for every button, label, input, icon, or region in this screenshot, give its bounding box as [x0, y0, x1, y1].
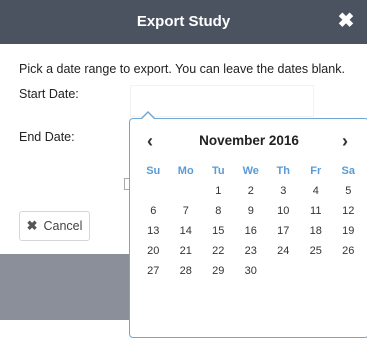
- day-cell[interactable]: 21: [170, 241, 203, 261]
- day-cell[interactable]: 13: [137, 221, 170, 241]
- chevron-right-icon[interactable]: ›: [335, 131, 355, 151]
- calendar-week: 20 21 22 23 24 25 26: [137, 241, 365, 261]
- calendar-week: 6 7 8 9 10 11 12: [137, 201, 365, 221]
- day-cell[interactable]: 22: [202, 241, 235, 261]
- datepicker-popup: ‹ November 2016 › Su Mo Tu We Th Fr Sa 1…: [129, 111, 367, 338]
- cancel-label: Cancel: [43, 219, 83, 233]
- datepicker-header: ‹ November 2016 ›: [130, 131, 367, 151]
- day-cell: [332, 261, 365, 281]
- day-cell[interactable]: 16: [235, 221, 268, 241]
- day-cell[interactable]: 7: [170, 201, 203, 221]
- day-cell[interactable]: 8: [202, 201, 235, 221]
- day-cell[interactable]: 10: [267, 201, 300, 221]
- x-icon: ✖: [26, 218, 38, 233]
- day-cell[interactable]: 5: [332, 181, 365, 201]
- day-cell[interactable]: 24: [267, 241, 300, 261]
- day-cell: [300, 261, 333, 281]
- day-cell: [137, 181, 170, 201]
- day-cell[interactable]: 3: [267, 181, 300, 201]
- day-cell[interactable]: 15: [202, 221, 235, 241]
- weekday-label: Th: [276, 165, 290, 177]
- weekday-label: Sa: [341, 165, 355, 177]
- weekday-label: Fr: [310, 165, 322, 177]
- weekday-label: Tu: [211, 165, 225, 177]
- weekday-label: We: [242, 165, 259, 177]
- calendar-grid: Su Mo Tu We Th Fr Sa 1 2 3 4 5 6 7 8 9 1…: [137, 161, 365, 281]
- calendar-week: 1 2 3 4 5: [137, 181, 365, 201]
- calendar-week: 27 28 29 30: [137, 261, 365, 281]
- day-cell[interactable]: 18: [300, 221, 333, 241]
- weekday-label: Su: [146, 165, 161, 177]
- day-cell[interactable]: 28: [170, 261, 203, 281]
- day-cell[interactable]: 14: [170, 221, 203, 241]
- day-cell[interactable]: 6: [137, 201, 170, 221]
- weekday-label: Mo: [177, 165, 194, 177]
- day-cell[interactable]: 4: [300, 181, 333, 201]
- cancel-button[interactable]: ✖ Cancel: [19, 211, 90, 241]
- day-cell[interactable]: 30: [235, 261, 268, 281]
- close-icon[interactable]: ✖: [335, 10, 357, 32]
- day-cell[interactable]: 17: [267, 221, 300, 241]
- day-cell[interactable]: 25: [300, 241, 333, 261]
- weekday-header: Su Mo Tu We Th Fr Sa: [137, 161, 365, 181]
- end-date-label: End Date:: [19, 130, 75, 144]
- popup-pointer-inner: [141, 113, 155, 120]
- day-cell[interactable]: 19: [332, 221, 365, 241]
- day-cell[interactable]: 12: [332, 201, 365, 221]
- day-cell[interactable]: 29: [202, 261, 235, 281]
- dialog-titlebar: Export Study ✖: [0, 0, 367, 44]
- day-cell[interactable]: 11: [300, 201, 333, 221]
- day-cell[interactable]: 26: [332, 241, 365, 261]
- day-cell: [267, 261, 300, 281]
- day-cell[interactable]: 2: [235, 181, 268, 201]
- instructions-text: Pick a date range to export. You can lea…: [19, 62, 345, 76]
- day-cell[interactable]: 27: [137, 261, 170, 281]
- calendar-week: 13 14 15 16 17 18 19: [137, 221, 365, 241]
- day-cell[interactable]: 23: [235, 241, 268, 261]
- start-date-label: Start Date:: [19, 87, 79, 101]
- month-label[interactable]: November 2016: [130, 131, 367, 151]
- day-cell[interactable]: 20: [137, 241, 170, 261]
- dialog-title: Export Study: [136, 13, 231, 30]
- day-cell[interactable]: 1: [202, 181, 235, 201]
- start-date-input[interactable]: [130, 85, 314, 117]
- day-cell[interactable]: 9: [235, 201, 268, 221]
- day-cell: [170, 181, 203, 201]
